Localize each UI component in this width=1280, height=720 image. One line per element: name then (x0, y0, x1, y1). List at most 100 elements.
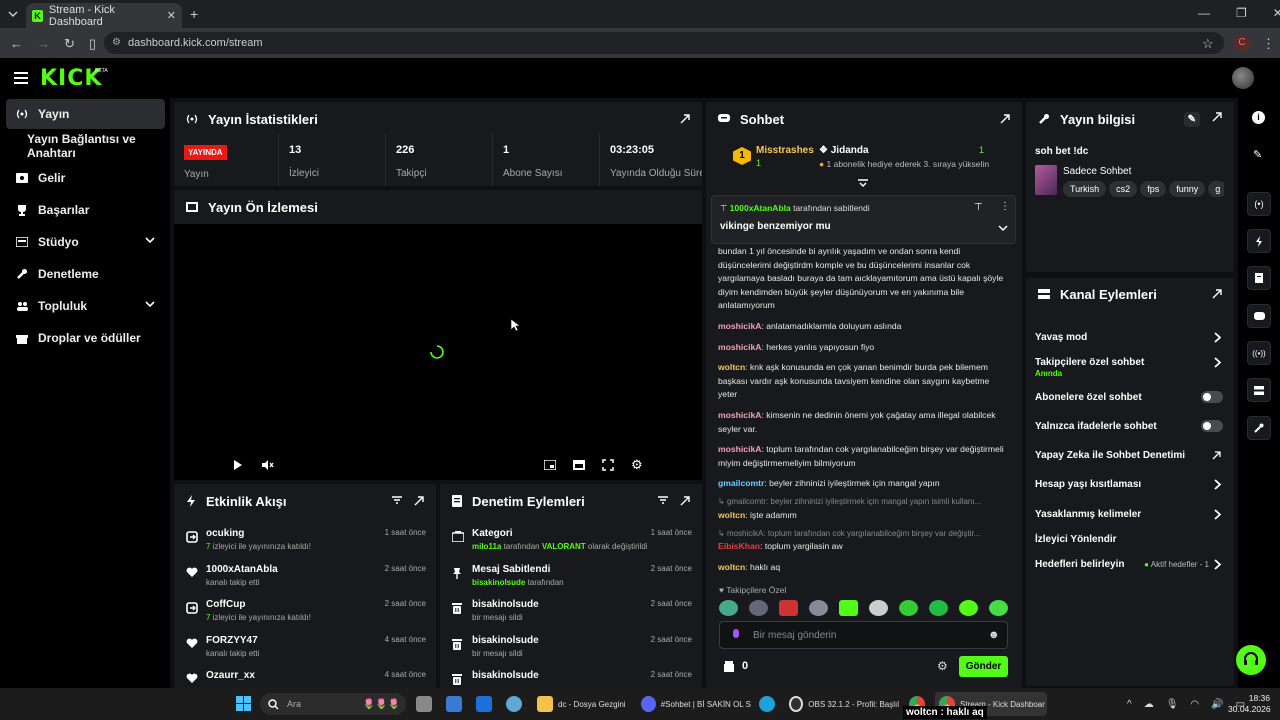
browser-tab[interactable]: K Stream - Kick Dashboard ✕ (26, 3, 182, 28)
mute-icon[interactable] (261, 459, 274, 471)
sidebar-item-denetleme[interactable]: Denetleme (6, 259, 165, 289)
cloud-icon[interactable]: ☁ (1144, 699, 1154, 710)
chevron-right-icon[interactable] (1214, 559, 1221, 570)
tag[interactable]: Turkish (1063, 181, 1107, 197)
url-field[interactable]: ⚙ dashboard.kick.com/stream (104, 32, 1224, 54)
emote-icon[interactable] (779, 600, 798, 616)
tag[interactable]: funny (1169, 181, 1206, 197)
browser-menu-icon[interactable]: ⋮ (1262, 36, 1275, 52)
wifi-icon[interactable]: ◠ (1190, 699, 1199, 710)
chevron-right-icon[interactable] (1214, 332, 1221, 343)
settings-gear-icon[interactable]: ⚙ (631, 458, 643, 471)
sidebar-item-stream-key[interactable]: Yayın Bağlantısı ve Anahtarı (6, 131, 165, 161)
collapse-icon[interactable] (857, 178, 869, 188)
channel-action-item[interactable]: Takipçilere özel sohbet Anında (1035, 355, 1225, 378)
popout-icon[interactable] (414, 496, 424, 506)
channel-action-item[interactable]: Yapay Zeka ile Sohbet Denetimi (1035, 448, 1225, 466)
category-name[interactable]: Sadece Sohbet (1063, 166, 1131, 177)
chat-message[interactable]: moshicikA: toplum tarafından cok yargıla… (718, 443, 1008, 470)
external-link-icon[interactable] (1212, 451, 1221, 460)
activity-item[interactable]: ocuking 7 izleyici ile yayınınıza katıldı… (184, 528, 430, 562)
rail-activity-button[interactable] (1247, 229, 1271, 253)
chat-message[interactable]: moshicikA: anlatamadıklarmla doluyum asl… (718, 320, 1008, 334)
chat-username[interactable]: moshicikA (718, 444, 761, 454)
unpin-icon[interactable]: ⊤ (974, 202, 983, 213)
send-button[interactable]: Gönder (959, 656, 1008, 677)
channel-action-item[interactable]: Hesap yaşı kısıtlaması (1035, 477, 1225, 495)
chat-username[interactable]: gmailcomtr (718, 478, 764, 488)
taskbar-item-discord[interactable]: #Sohbet | Bİ SAKİN OL S (641, 692, 751, 716)
microphone-icon[interactable] (732, 629, 740, 641)
popout-icon[interactable] (1212, 289, 1222, 299)
extension-icon[interactable]: C (1234, 35, 1250, 51)
chat-input[interactable]: Bir mesaj gönderin ☻ (719, 621, 1008, 649)
app-icon[interactable] (506, 696, 522, 712)
popout-icon[interactable] (680, 496, 690, 506)
chevron-down-icon[interactable] (145, 300, 155, 308)
chat-message[interactable]: gmailcomtr: beyler zihninizi iyileştirme… (718, 477, 1008, 491)
edit-pencil-icon[interactable]: ✎ (1183, 111, 1200, 127)
sidebar-item-studyo[interactable]: Stüdyo (6, 227, 165, 257)
emote-icon[interactable] (929, 600, 948, 616)
emoji-icon[interactable]: ☻ (988, 629, 1000, 641)
channel-action-item[interactable]: Hedefleri belirleyin ● Aktif hedefler - 1 (1035, 557, 1225, 575)
info-icon[interactable]: i (1252, 111, 1265, 124)
bookmark-star-icon[interactable]: ☆ (1202, 36, 1214, 52)
activity-item[interactable]: 1000xAtanAbla kanalı takip etti 2 saat önc… (184, 564, 430, 598)
volume-icon[interactable]: 🔊 (1211, 699, 1223, 710)
toggle-switch[interactable] (1201, 420, 1223, 432)
emote-icon[interactable] (989, 600, 1008, 616)
emote-icon[interactable] (749, 600, 768, 616)
channel-action-item[interactable]: Yasaklanmış kelimeler (1035, 507, 1225, 525)
chat-message[interactable]: woltcn: haklı aq (718, 561, 1008, 575)
pip-icon[interactable] (544, 460, 556, 470)
avatar[interactable] (1232, 67, 1254, 89)
chevron-right-icon[interactable] (1214, 479, 1221, 490)
chevron-right-icon[interactable] (1214, 509, 1221, 520)
rail-channel-actions-button[interactable] (1247, 378, 1271, 402)
filter-icon[interactable] (392, 496, 402, 506)
emote-icon[interactable] (959, 600, 978, 616)
tag[interactable]: cs2 (1109, 181, 1138, 197)
chat-message[interactable]: woltcn: işte adamım (718, 509, 1008, 523)
chat-message[interactable]: woltcn: knk aşk konusunda en çok yanan b… (718, 361, 1008, 402)
chat-username[interactable]: woltcn (718, 362, 745, 372)
emote-icon[interactable] (719, 600, 738, 616)
channel-points[interactable]: 0 (724, 660, 748, 672)
chat-username[interactable]: moshicikA (718, 321, 761, 331)
channel-action-item[interactable]: Yavaş mod (1035, 330, 1225, 348)
store-icon[interactable] (446, 696, 462, 712)
moderation-item[interactable]: Mesaj Sabitlendi bisakinolsude tarafından… (450, 564, 696, 598)
fullscreen-icon[interactable] (602, 459, 614, 471)
rail-chat-button[interactable] (1247, 304, 1271, 328)
tag[interactable]: fps (1140, 181, 1167, 197)
back-icon[interactable]: ← (10, 36, 23, 52)
outlook-icon[interactable] (476, 696, 492, 712)
edge-icon[interactable] (759, 696, 775, 715)
activity-item[interactable]: CoffCup 7 izleyici ile yayınınıza katıldı… (184, 599, 430, 633)
taskbar-item-obs[interactable]: OBS 32.1.2 - Profil: Başlıl (789, 692, 899, 716)
chat-username[interactable]: moshicikA (718, 342, 761, 352)
rail-moderation-button[interactable] (1247, 266, 1271, 290)
chat-message[interactable]: moshicikA: herkes yanlıs yapıyosun fiyo (718, 341, 1008, 355)
close-window-icon[interactable]: ✕ (1273, 6, 1280, 20)
popout-icon[interactable] (1212, 111, 1222, 127)
sidebar-item-droplar[interactable]: Droplar ve ödüller (6, 323, 165, 353)
tab-search-icon[interactable] (6, 7, 20, 21)
top-gifter-name[interactable]: Misstrashes (756, 145, 814, 156)
close-tab-icon[interactable]: ✕ (167, 9, 176, 22)
tag[interactable]: g (1208, 181, 1224, 197)
hamburger-menu-icon[interactable] (14, 72, 28, 84)
emote-icon[interactable] (869, 600, 888, 616)
chat-message[interactable]: EibisKhan: toplum yargilasin aw (718, 540, 1008, 554)
forward-icon[interactable]: → (37, 36, 50, 52)
rail-broadcast-button[interactable]: ((•)) (1247, 341, 1271, 365)
chat-message[interactable]: moshicikA: kimsenin ne dedinin önemi yok… (718, 409, 1008, 436)
channel-action-item[interactable]: Abonelere özel sohbet (1035, 390, 1225, 408)
chat-username[interactable]: moshicikA (718, 410, 761, 420)
emote-icon[interactable] (809, 600, 828, 616)
moderation-item[interactable]: Kategori milo11a tarafından VALORANT olar… (450, 528, 696, 562)
reload-icon[interactable]: ↻ (64, 36, 75, 52)
moderation-item[interactable]: bisakinolsude bir mesajı sildi 2 saat önce (450, 635, 696, 669)
activity-item[interactable]: FORZYY47 kanalı takip etti 4 saat önce (184, 635, 430, 669)
